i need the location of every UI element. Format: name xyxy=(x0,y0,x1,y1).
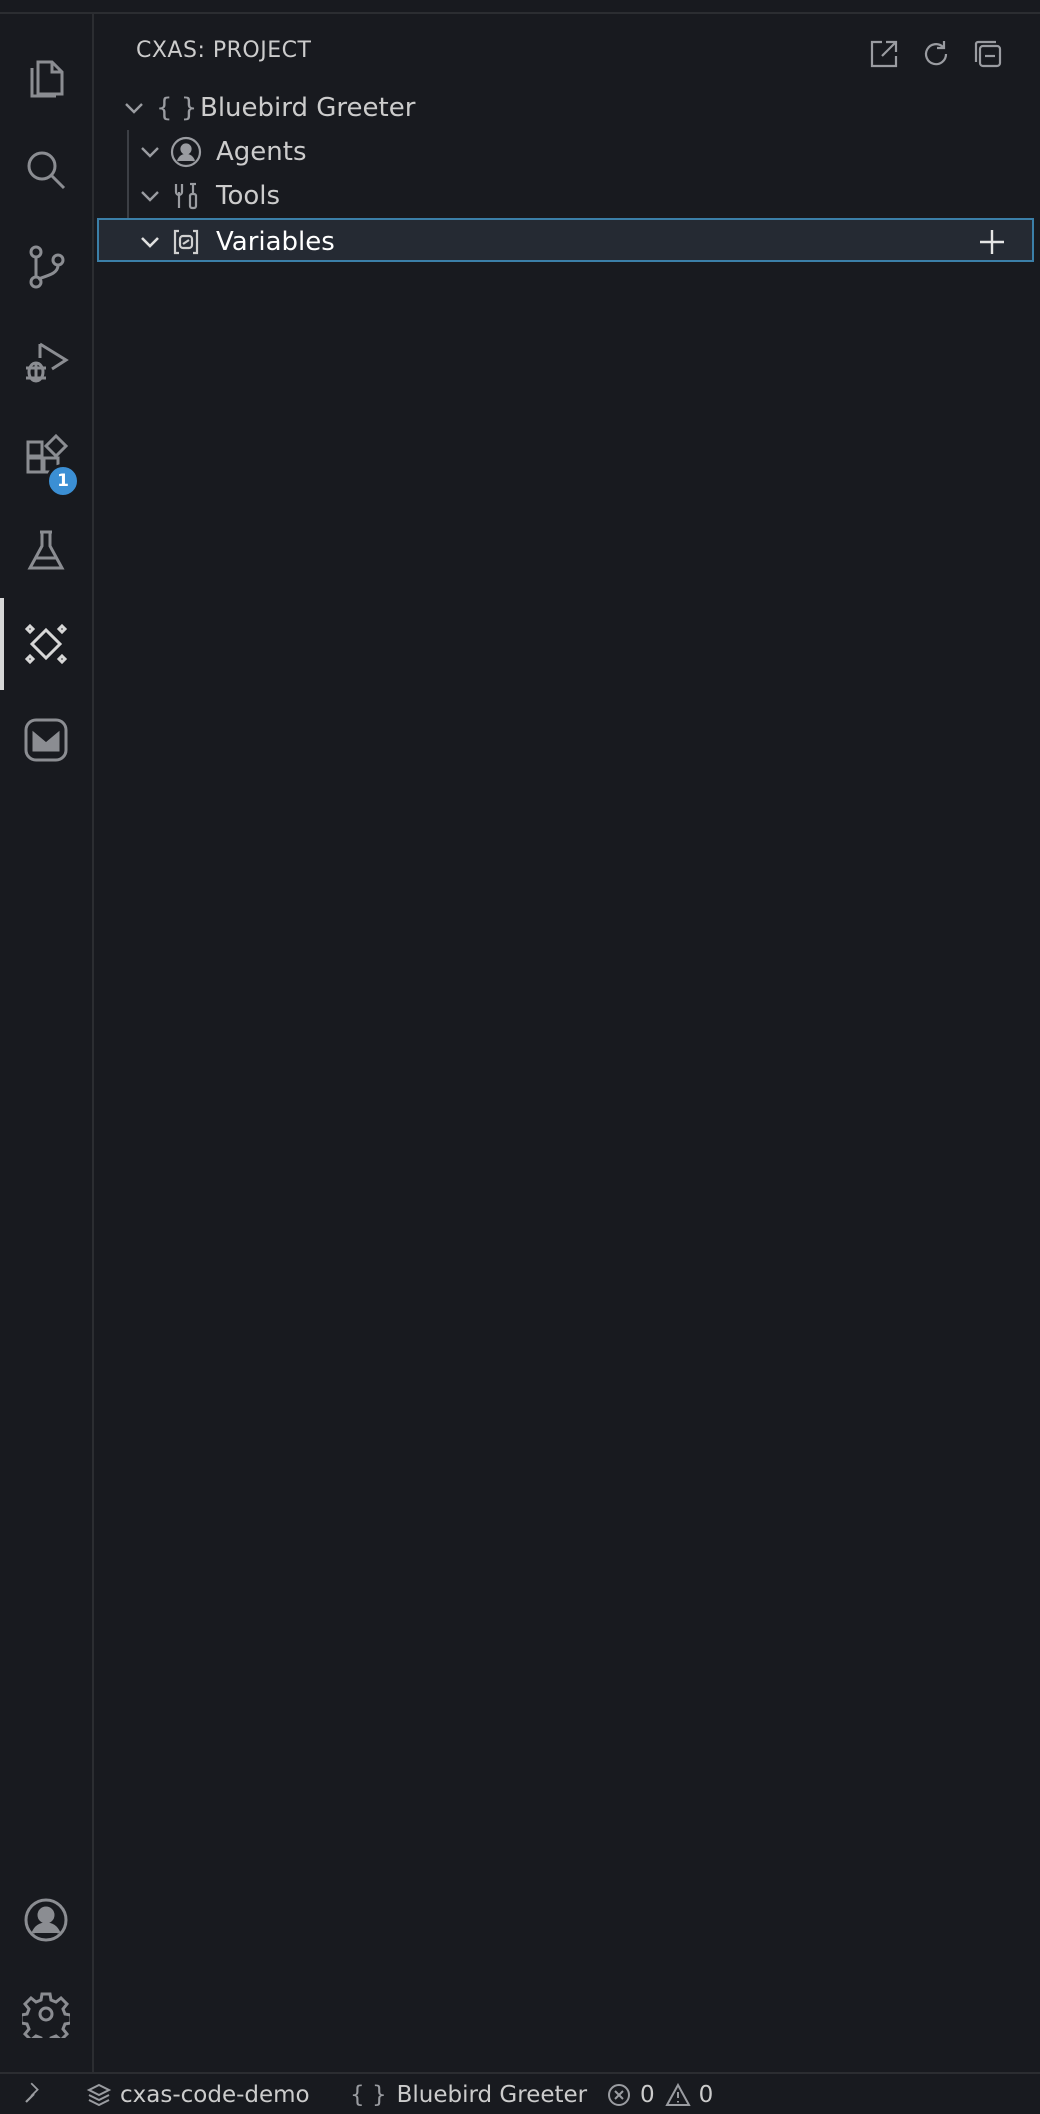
tree-item-variables[interactable]: Variables xyxy=(97,218,1034,262)
activity-bar: 1 xyxy=(0,14,94,2072)
tools-icon xyxy=(174,182,198,210)
chevron-down-icon xyxy=(125,103,143,114)
project-status[interactable]: { } Bluebird Greeter xyxy=(350,2078,587,2112)
add-variable-button[interactable] xyxy=(974,224,1010,260)
workspace-status[interactable]: cxas-code-demo xyxy=(86,2078,310,2112)
source-control-activity[interactable] xyxy=(0,220,92,312)
flask-icon xyxy=(27,530,65,570)
panel-title: CXAS: PROJECT xyxy=(136,38,312,63)
error-count: 0 xyxy=(640,2082,655,2108)
tree-item-label: Variables xyxy=(216,227,335,257)
problems-status[interactable]: 0 0 xyxy=(606,2078,713,2112)
warning-icon xyxy=(664,2082,691,2106)
tree-item-label: Tools xyxy=(216,181,281,211)
warning-count: 0 xyxy=(698,2082,714,2108)
settings-activity[interactable] xyxy=(0,1968,92,2060)
title-divider xyxy=(0,0,1040,14)
search-activity[interactable] xyxy=(0,124,92,216)
workspace-name: cxas-code-demo xyxy=(120,2082,310,2108)
cxas-activity[interactable] xyxy=(0,598,92,690)
accounts-activity[interactable] xyxy=(0,1874,92,1966)
layers-icon xyxy=(86,2083,112,2107)
panel-header: CXAS: PROJECT xyxy=(94,14,1040,88)
project-name: Bluebird Greeter xyxy=(396,2082,588,2108)
chevron-down-icon xyxy=(141,191,159,202)
agent-icon xyxy=(170,136,202,168)
gear-icon xyxy=(22,1992,70,2038)
files-icon xyxy=(30,60,64,98)
source-control-icon xyxy=(29,245,65,289)
sparkle-diamonds-icon xyxy=(24,623,68,665)
explorer-activity[interactable] xyxy=(0,30,92,122)
extensions-badge: 1 xyxy=(46,464,80,498)
chevron-down-icon xyxy=(141,237,159,248)
error-icon xyxy=(608,2084,630,2106)
run-debug-icon xyxy=(26,342,69,383)
collapse-all-button[interactable] xyxy=(968,34,1008,74)
tree-item-tools[interactable]: Tools xyxy=(94,174,1034,218)
tree-root-label: Bluebird Greeter xyxy=(200,93,416,123)
open-external-icon xyxy=(870,40,898,68)
search-icon xyxy=(27,151,66,190)
vscode-window: 1 CXAS: PROJECT {} Bluebird Greeter Age… xyxy=(0,0,1040,2114)
extensions-activity[interactable]: 1 xyxy=(0,410,92,502)
account-icon xyxy=(24,1898,68,1942)
chevron-down-icon xyxy=(141,147,159,158)
braces-icon: { } xyxy=(156,93,198,123)
variable-icon xyxy=(173,229,199,255)
plus-icon xyxy=(980,230,1004,254)
status-bar: cxas-code-demo { } Bluebird Greeter 0 0 xyxy=(0,2072,1040,2114)
remote-indicator[interactable] xyxy=(22,2078,56,2112)
refresh-button[interactable] xyxy=(916,34,956,74)
testing-activity[interactable] xyxy=(0,504,92,596)
custom-extension-activity[interactable] xyxy=(0,694,92,786)
open-external-button[interactable] xyxy=(864,34,904,74)
tree-item-agents[interactable]: Agents xyxy=(94,130,1034,174)
bird-logo-icon xyxy=(24,718,68,762)
collapse-all-icon xyxy=(974,40,1002,68)
remote-icon xyxy=(25,2082,39,2103)
run-debug-activity[interactable] xyxy=(0,316,92,408)
refresh-icon xyxy=(924,41,948,66)
cxas-project-panel: CXAS: PROJECT { } Bluebird Greeter Agent… xyxy=(94,14,1040,2072)
braces-icon: { } xyxy=(350,2082,387,2108)
tree-item-label: Agents xyxy=(216,137,307,167)
tree-root-bluebird-greeter[interactable]: { } Bluebird Greeter xyxy=(94,86,1034,130)
